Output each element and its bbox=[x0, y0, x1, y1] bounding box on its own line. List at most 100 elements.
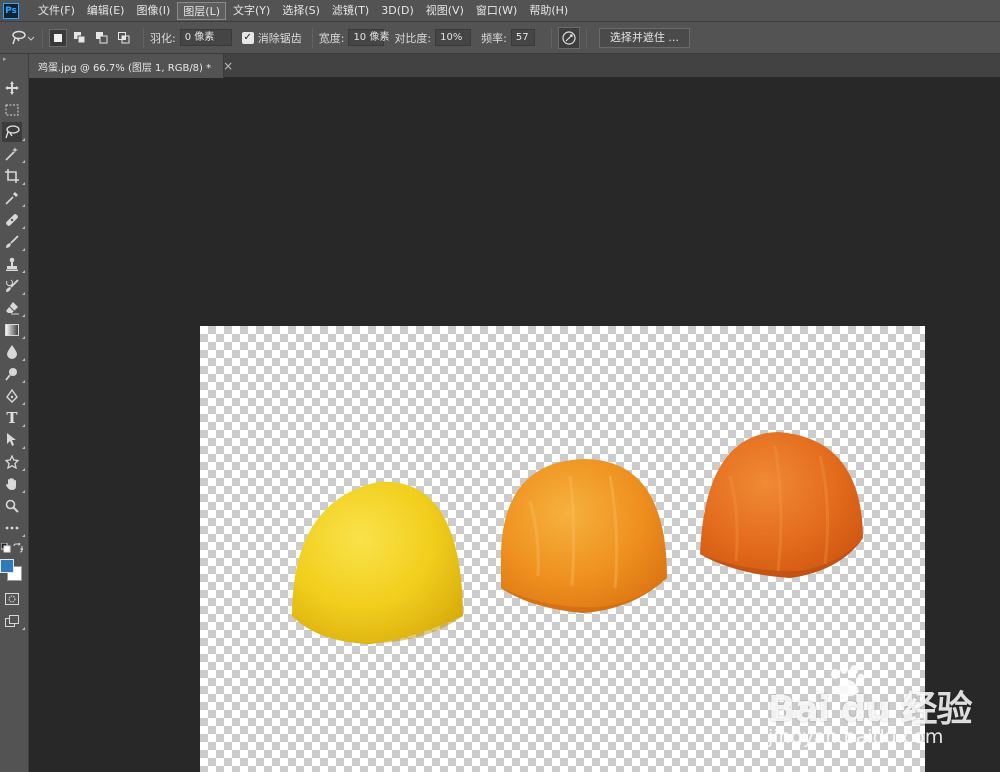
submenu-corner-icon bbox=[22, 160, 25, 163]
menu-help[interactable]: 帮助(H) bbox=[524, 2, 573, 20]
submenu-corner-icon bbox=[22, 204, 25, 207]
menu-type[interactable]: 文字(Y) bbox=[228, 2, 275, 20]
width-label: 宽度: bbox=[318, 31, 345, 45]
type-tool[interactable]: T bbox=[2, 408, 25, 428]
swap-colors-icon bbox=[13, 543, 23, 553]
watermark-url-text: jingyan.baidu.com bbox=[768, 726, 944, 748]
menu-image[interactable]: 图像(I) bbox=[131, 2, 175, 20]
document-tab-title: 鸡蛋.jpg @ 66.7% (图层 1, RGB/8) * bbox=[38, 62, 212, 74]
yellow-egg-shape bbox=[292, 481, 463, 644]
tool-preset-picker[interactable] bbox=[8, 26, 36, 50]
menu-window[interactable]: 窗口(W) bbox=[471, 2, 522, 20]
document-tab[interactable]: 鸡蛋.jpg @ 66.7% (图层 1, RGB/8) * × bbox=[29, 54, 233, 78]
submenu-corner-icon bbox=[22, 270, 25, 273]
pen-pressure-button[interactable] bbox=[557, 26, 580, 49]
separator bbox=[311, 27, 313, 48]
path-selection-tool[interactable] bbox=[2, 430, 25, 450]
swap-colors-button[interactable] bbox=[12, 542, 24, 554]
submenu-corner-icon bbox=[22, 627, 25, 630]
quick-mask-button[interactable] bbox=[2, 589, 22, 609]
type-tool-icon: T bbox=[6, 409, 18, 427]
submenu-corner-icon bbox=[22, 402, 25, 405]
default-colors-button[interactable] bbox=[0, 542, 12, 554]
submenu-corner-icon bbox=[22, 138, 25, 141]
clone-stamp-tool-icon bbox=[6, 257, 18, 271]
pen-tool[interactable] bbox=[2, 386, 25, 406]
zoom-tool[interactable] bbox=[2, 496, 22, 516]
custom-shape-tool-icon bbox=[5, 455, 19, 469]
contrast-input[interactable]: 10% bbox=[435, 29, 472, 46]
menu-select[interactable]: 选择(S) bbox=[277, 2, 325, 20]
quick-mask-icon bbox=[5, 593, 19, 605]
crop-tool[interactable] bbox=[2, 166, 25, 186]
submenu-corner-icon bbox=[22, 446, 25, 449]
feather-input[interactable]: 0 像素 bbox=[179, 29, 232, 46]
new-selection-button[interactable] bbox=[49, 28, 67, 47]
frequency-label: 频率: bbox=[481, 31, 507, 45]
more-tools[interactable] bbox=[2, 518, 25, 538]
photoshop-logo-icon: Ps bbox=[3, 2, 19, 19]
foreground-color-swatch[interactable] bbox=[0, 559, 14, 573]
eraser-tool[interactable] bbox=[2, 298, 25, 318]
healing-brush-tool-icon bbox=[6, 214, 18, 226]
new-selection-icon bbox=[54, 33, 62, 42]
separator bbox=[585, 27, 587, 48]
toolbox-grip[interactable]: ▸ bbox=[0, 54, 28, 64]
submenu-corner-icon bbox=[22, 292, 25, 295]
submenu-corner-icon bbox=[22, 424, 25, 427]
dodge-tool-icon bbox=[5, 368, 17, 381]
hand-tool[interactable] bbox=[2, 474, 25, 494]
antialias-checkbox[interactable]: ✓ bbox=[241, 31, 254, 44]
custom-shape-tool[interactable] bbox=[2, 452, 25, 472]
clone-stamp-tool[interactable] bbox=[2, 254, 25, 274]
eraser-tool-icon bbox=[6, 302, 19, 315]
magic-wand-tool-icon bbox=[5, 147, 18, 161]
magnetic-lasso-preset-icon bbox=[12, 30, 35, 44]
checkmark-icon: ✓ bbox=[243, 31, 252, 43]
menu-view[interactable]: 视图(V) bbox=[421, 2, 469, 20]
blur-tool[interactable] bbox=[2, 342, 25, 362]
menu-layer[interactable]: 图层(L) bbox=[177, 1, 227, 20]
submenu-corner-icon bbox=[22, 182, 25, 185]
submenu-corner-icon bbox=[22, 248, 25, 251]
feather-label: 羽化: bbox=[150, 31, 176, 45]
pen-tool-icon bbox=[6, 389, 18, 403]
menu-edit[interactable]: 编辑(E) bbox=[82, 2, 130, 20]
photoshop-window: Ps 文件(F) 编辑(E) 图像(I) 图层(L) 文字(Y) 选择(S) 滤… bbox=[0, 0, 1000, 772]
history-brush-tool[interactable] bbox=[2, 276, 25, 296]
submenu-corner-icon bbox=[22, 380, 25, 383]
menu-filter[interactable]: 滤镜(T) bbox=[327, 2, 374, 20]
dodge-tool[interactable] bbox=[2, 364, 25, 384]
screen-mode-button[interactable] bbox=[2, 611, 25, 631]
eyedropper-tool[interactable] bbox=[2, 188, 25, 208]
submenu-corner-icon bbox=[22, 314, 25, 317]
subtract-selection-icon bbox=[96, 31, 108, 43]
menu-file[interactable]: 文件(F) bbox=[33, 2, 80, 20]
frequency-input[interactable]: 57 bbox=[510, 29, 535, 46]
path-selection-tool-icon bbox=[7, 433, 16, 446]
marquee-tool[interactable] bbox=[2, 100, 22, 120]
move-tool-icon bbox=[5, 81, 19, 95]
contrast-label: 对比度: bbox=[394, 31, 432, 45]
magnetic-lasso-tool[interactable] bbox=[2, 122, 25, 142]
submenu-corner-icon bbox=[22, 468, 25, 471]
move-tool[interactable] bbox=[2, 78, 22, 98]
submenu-corner-icon bbox=[22, 358, 25, 361]
subtract-from-selection-button[interactable] bbox=[93, 29, 111, 47]
zoom-tool-icon bbox=[5, 499, 19, 513]
menu-3d[interactable]: 3D(D) bbox=[376, 2, 419, 20]
options-bar: 羽化: 0 像素 ✓ 消除锯齿 宽度: 10 像素 对比度: 10% 频率: 5… bbox=[0, 22, 1000, 54]
separator bbox=[42, 27, 43, 48]
width-input[interactable]: 10 像素 bbox=[348, 29, 389, 46]
separator bbox=[143, 27, 144, 48]
healing-brush-tool[interactable] bbox=[2, 210, 25, 230]
close-icon[interactable]: × bbox=[223, 59, 233, 73]
intersect-selection-button[interactable] bbox=[115, 29, 133, 47]
hand-tool-icon bbox=[6, 478, 16, 490]
add-to-selection-button[interactable] bbox=[71, 29, 89, 47]
magic-wand-tool[interactable] bbox=[2, 144, 25, 164]
gradient-tool[interactable] bbox=[2, 320, 25, 340]
select-and-mask-button[interactable]: 选择并遮住 ... bbox=[598, 27, 690, 48]
submenu-corner-icon bbox=[22, 336, 25, 339]
brush-tool[interactable] bbox=[2, 232, 25, 252]
